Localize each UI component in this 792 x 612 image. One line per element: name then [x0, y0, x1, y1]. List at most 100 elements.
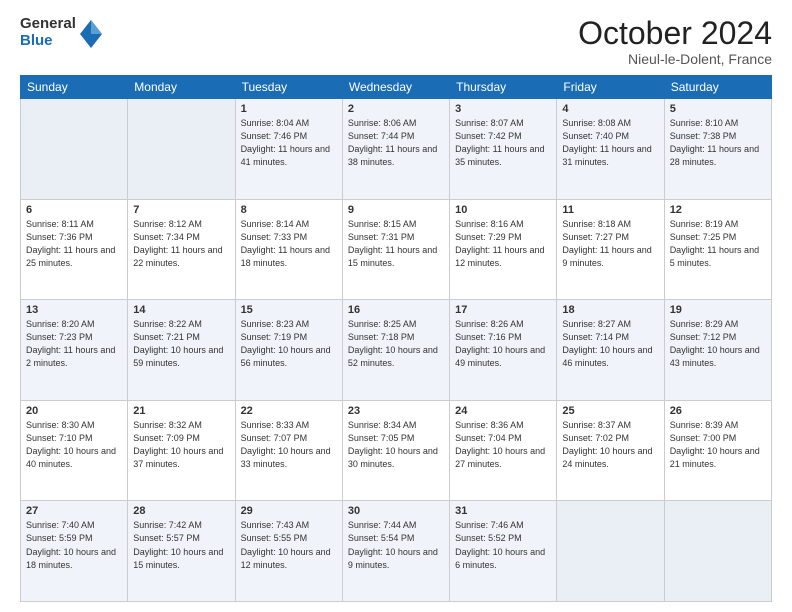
day-number: 11 — [562, 204, 658, 216]
calendar-cell: 31 Sunrise: 7:46 AM Sunset: 5:52 PM Dayli… — [450, 501, 557, 602]
day-number: 21 — [133, 405, 229, 417]
cell-info: Sunrise: 7:42 AM Sunset: 5:57 PM Dayligh… — [133, 519, 229, 571]
cell-info: Sunrise: 8:08 AM Sunset: 7:40 PM Dayligh… — [562, 117, 658, 169]
day-number: 10 — [455, 204, 551, 216]
calendar-cell: 23Sunrise: 8:34 AM Sunset: 7:05 PM Dayli… — [342, 400, 449, 501]
calendar-cell: 26 Sunrise: 8:39 AM Sunset: 7:00 PM Dayli… — [664, 400, 771, 501]
calendar-cell: 13 Sunrise: 8:20 AM Sunset: 7:23 PM Dayli… — [21, 300, 128, 401]
cell-info: Sunrise: 8:30 AM Sunset: 7:10 PM Dayligh… — [26, 419, 122, 471]
calendar-row-1: 1Sunrise: 8:04 AM Sunset: 7:46 PM Daylig… — [21, 99, 772, 200]
header: General Blue October 2024 Nieul-le-Dolen… — [20, 16, 772, 67]
cell-info: Sunrise: 8:29 AM Sunset: 7:12 PM Dayligh… — [670, 318, 766, 370]
calendar-cell: 17Sunrise: 8:26 AM Sunset: 7:16 PM Dayli… — [450, 300, 557, 401]
cell-info: Sunrise: 7:46 AM Sunset: 5:52 PM Dayligh… — [455, 519, 551, 571]
day-number: 28 — [133, 505, 229, 517]
cell-info: Sunrise: 8:11 AM Sunset: 7:36 PM Dayligh… — [26, 218, 122, 270]
month-title: October 2024 — [578, 16, 772, 51]
title-block: October 2024 Nieul-le-Dolent, France — [578, 16, 772, 67]
page: General Blue October 2024 Nieul-le-Dolen… — [0, 0, 792, 612]
day-number: 16 — [348, 304, 444, 316]
cell-info: Sunrise: 8:25 AM Sunset: 7:18 PM Dayligh… — [348, 318, 444, 370]
cell-info: Sunrise: 8:10 AM Sunset: 7:38 PM Dayligh… — [670, 117, 766, 169]
day-number: 26 — [670, 405, 766, 417]
calendar-cell — [557, 501, 664, 602]
day-number: 19 — [670, 304, 766, 316]
calendar-cell: 20Sunrise: 8:30 AM Sunset: 7:10 PM Dayli… — [21, 400, 128, 501]
cell-info: Sunrise: 7:43 AM Sunset: 5:55 PM Dayligh… — [241, 519, 337, 571]
calendar-cell: 29 Sunrise: 7:43 AM Sunset: 5:55 PM Dayli… — [235, 501, 342, 602]
calendar-table: SundayMondayTuesdayWednesdayThursdayFrid… — [20, 75, 772, 602]
calendar-cell: 28 Sunrise: 7:42 AM Sunset: 5:57 PM Dayli… — [128, 501, 235, 602]
calendar-cell: 2Sunrise: 8:06 AM Sunset: 7:44 PM Daylig… — [342, 99, 449, 200]
weekday-header-wednesday: Wednesday — [342, 76, 449, 99]
calendar-cell: 18 Sunrise: 8:27 AM Sunset: 7:14 PM Dayli… — [557, 300, 664, 401]
calendar-cell: 16 Sunrise: 8:25 AM Sunset: 7:18 PM Dayli… — [342, 300, 449, 401]
calendar-cell: 5Sunrise: 8:10 AM Sunset: 7:38 PM Daylig… — [664, 99, 771, 200]
calendar-cell: 25 Sunrise: 8:37 AM Sunset: 7:02 PM Dayli… — [557, 400, 664, 501]
day-number: 8 — [241, 204, 337, 216]
calendar-cell: 6Sunrise: 8:11 AM Sunset: 7:36 PM Daylig… — [21, 199, 128, 300]
cell-info: Sunrise: 8:19 AM Sunset: 7:25 PM Dayligh… — [670, 218, 766, 270]
cell-info: Sunrise: 8:18 AM Sunset: 7:27 PM Dayligh… — [562, 218, 658, 270]
cell-info: Sunrise: 8:36 AM Sunset: 7:04 PM Dayligh… — [455, 419, 551, 471]
calendar-cell — [664, 501, 771, 602]
logo-general: General — [20, 16, 76, 33]
location: Nieul-le-Dolent, France — [578, 51, 772, 67]
cell-info: Sunrise: 8:26 AM Sunset: 7:16 PM Dayligh… — [455, 318, 551, 370]
calendar-cell: 9Sunrise: 8:15 AM Sunset: 7:31 PM Daylig… — [342, 199, 449, 300]
day-number: 22 — [241, 405, 337, 417]
cell-info: Sunrise: 8:20 AM Sunset: 7:23 PM Dayligh… — [26, 318, 122, 370]
calendar-cell: 1Sunrise: 8:04 AM Sunset: 7:46 PM Daylig… — [235, 99, 342, 200]
cell-info: Sunrise: 8:15 AM Sunset: 7:31 PM Dayligh… — [348, 218, 444, 270]
calendar-cell: 4 Sunrise: 8:08 AM Sunset: 7:40 PM Daylig… — [557, 99, 664, 200]
cell-info: Sunrise: 8:16 AM Sunset: 7:29 PM Dayligh… — [455, 218, 551, 270]
calendar-cell: 8 Sunrise: 8:14 AM Sunset: 7:33 PM Daylig… — [235, 199, 342, 300]
calendar-cell: 3 Sunrise: 8:07 AM Sunset: 7:42 PM Daylig… — [450, 99, 557, 200]
day-number: 15 — [241, 304, 337, 316]
logo-icon — [80, 20, 102, 48]
day-number: 3 — [455, 103, 551, 115]
calendar-cell: 11 Sunrise: 8:18 AM Sunset: 7:27 PM Dayli… — [557, 199, 664, 300]
day-number: 12 — [670, 204, 766, 216]
day-number: 13 — [26, 304, 122, 316]
weekday-header-friday: Friday — [557, 76, 664, 99]
logo-blue: Blue — [20, 33, 76, 50]
cell-info: Sunrise: 8:14 AM Sunset: 7:33 PM Dayligh… — [241, 218, 337, 270]
calendar-row-2: 6Sunrise: 8:11 AM Sunset: 7:36 PM Daylig… — [21, 199, 772, 300]
calendar-row-3: 13 Sunrise: 8:20 AM Sunset: 7:23 PM Dayli… — [21, 300, 772, 401]
cell-info: Sunrise: 8:34 AM Sunset: 7:05 PM Dayligh… — [348, 419, 444, 471]
calendar-cell: 19 Sunrise: 8:29 AM Sunset: 7:12 PM Dayli… — [664, 300, 771, 401]
weekday-header-sunday: Sunday — [21, 76, 128, 99]
cell-info: Sunrise: 8:06 AM Sunset: 7:44 PM Dayligh… — [348, 117, 444, 169]
cell-info: Sunrise: 8:27 AM Sunset: 7:14 PM Dayligh… — [562, 318, 658, 370]
calendar-cell: 30Sunrise: 7:44 AM Sunset: 5:54 PM Dayli… — [342, 501, 449, 602]
weekday-header-thursday: Thursday — [450, 76, 557, 99]
day-number: 31 — [455, 505, 551, 517]
cell-info: Sunrise: 8:07 AM Sunset: 7:42 PM Dayligh… — [455, 117, 551, 169]
calendar-cell — [21, 99, 128, 200]
cell-info: Sunrise: 7:40 AM Sunset: 5:59 PM Dayligh… — [26, 519, 122, 571]
day-number: 24 — [455, 405, 551, 417]
calendar-cell: 21 Sunrise: 8:32 AM Sunset: 7:09 PM Dayli… — [128, 400, 235, 501]
calendar-cell: 12 Sunrise: 8:19 AM Sunset: 7:25 PM Dayli… — [664, 199, 771, 300]
weekday-header-tuesday: Tuesday — [235, 76, 342, 99]
calendar-cell: 10 Sunrise: 8:16 AM Sunset: 7:29 PM Dayli… — [450, 199, 557, 300]
cell-info: Sunrise: 8:32 AM Sunset: 7:09 PM Dayligh… — [133, 419, 229, 471]
calendar-cell: 24 Sunrise: 8:36 AM Sunset: 7:04 PM Dayli… — [450, 400, 557, 501]
calendar-cell: 7Sunrise: 8:12 AM Sunset: 7:34 PM Daylig… — [128, 199, 235, 300]
cell-info: Sunrise: 7:44 AM Sunset: 5:54 PM Dayligh… — [348, 519, 444, 571]
cell-info: Sunrise: 8:12 AM Sunset: 7:34 PM Dayligh… — [133, 218, 229, 270]
calendar-row-5: 27Sunrise: 7:40 AM Sunset: 5:59 PM Dayli… — [21, 501, 772, 602]
day-number: 4 — [562, 103, 658, 115]
cell-info: Sunrise: 8:22 AM Sunset: 7:21 PM Dayligh… — [133, 318, 229, 370]
cell-info: Sunrise: 8:39 AM Sunset: 7:00 PM Dayligh… — [670, 419, 766, 471]
day-number: 25 — [562, 405, 658, 417]
cell-info: Sunrise: 8:37 AM Sunset: 7:02 PM Dayligh… — [562, 419, 658, 471]
calendar-cell: 22Sunrise: 8:33 AM Sunset: 7:07 PM Dayli… — [235, 400, 342, 501]
calendar-cell: 14 Sunrise: 8:22 AM Sunset: 7:21 PM Dayli… — [128, 300, 235, 401]
cell-info: Sunrise: 8:23 AM Sunset: 7:19 PM Dayligh… — [241, 318, 337, 370]
cell-info: Sunrise: 8:04 AM Sunset: 7:46 PM Dayligh… — [241, 117, 337, 169]
day-number: 14 — [133, 304, 229, 316]
day-number: 18 — [562, 304, 658, 316]
day-number: 29 — [241, 505, 337, 517]
